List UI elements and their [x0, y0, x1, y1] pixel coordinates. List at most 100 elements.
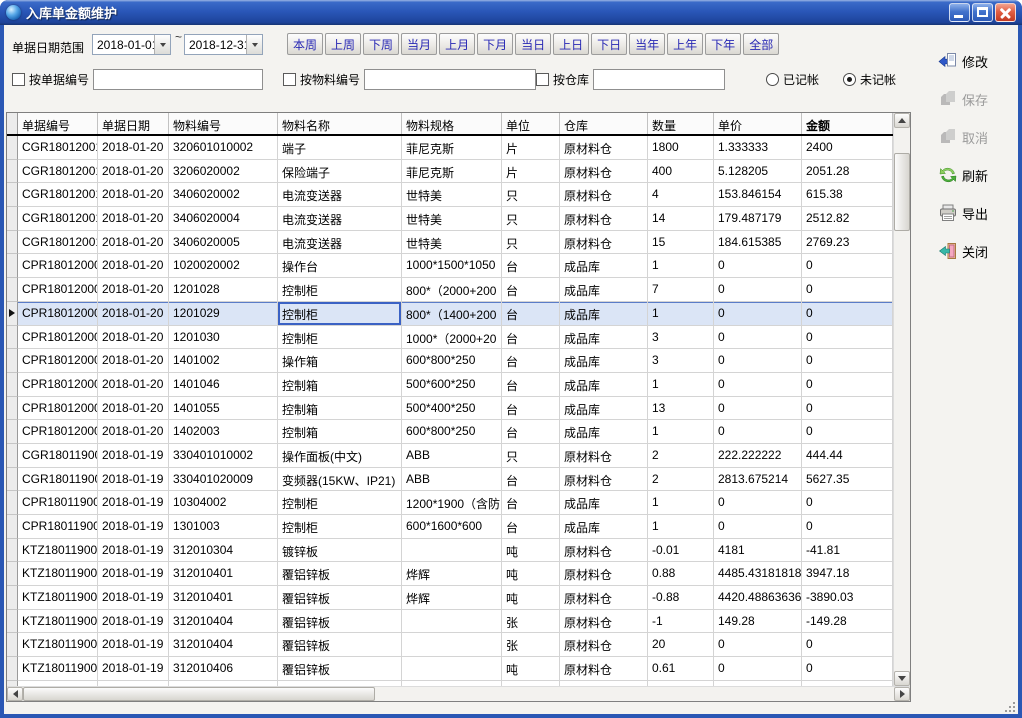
cell[interactable]: 成品库 — [560, 302, 648, 326]
quick-date-button[interactable]: 上月 — [439, 33, 475, 55]
cell[interactable]: 1301003 — [169, 515, 278, 539]
cell[interactable]: 0 — [802, 278, 893, 302]
cell[interactable]: 2018-01-20 — [98, 349, 169, 373]
cell[interactable] — [402, 610, 502, 634]
cell[interactable]: 原材料仓 — [560, 657, 648, 681]
cell[interactable]: 0 — [714, 633, 802, 657]
cell[interactable]: 184.615385 — [714, 231, 802, 255]
cell[interactable] — [402, 633, 502, 657]
cell[interactable]: 2018-01-19 — [98, 468, 169, 492]
cell[interactable]: 2 — [648, 444, 714, 468]
cell[interactable]: 3406020002 — [169, 183, 278, 207]
cell[interactable]: 2813.675214 — [714, 468, 802, 492]
cell[interactable]: 2 — [648, 468, 714, 492]
cell[interactable]: 2512.82 — [802, 207, 893, 231]
cell[interactable]: CPR18012000 — [18, 349, 98, 373]
cell[interactable]: 5627.35 — [802, 468, 893, 492]
cell[interactable]: 台 — [502, 349, 560, 373]
cell[interactable]: 控制箱 — [278, 397, 402, 421]
cell[interactable]: KTZ18011900 — [18, 539, 98, 563]
cell[interactable]: 4420.48863636 — [714, 586, 802, 610]
by-document-checkbox[interactable] — [12, 73, 25, 86]
by-material-checkbox[interactable] — [283, 73, 296, 86]
quick-date-button[interactable]: 上日 — [553, 33, 589, 55]
cell[interactable]: 原材料仓 — [560, 562, 648, 586]
cell[interactable]: CGR18012001 — [18, 160, 98, 184]
cell[interactable]: CPR18012000 — [18, 420, 98, 444]
cell[interactable]: 1401002 — [169, 349, 278, 373]
cell[interactable]: 1000*（2000+20 — [402, 326, 502, 350]
cell[interactable]: 1402003 — [169, 420, 278, 444]
table-row[interactable]: CPR180119002018-01-1910304002控制柜1200*190… — [7, 491, 893, 515]
cell[interactable]: 台 — [502, 373, 560, 397]
cell[interactable]: CGR18012001 — [18, 231, 98, 255]
cell[interactable]: 312010404 — [169, 610, 278, 634]
cell[interactable]: 7 — [648, 278, 714, 302]
cell[interactable]: 153.846154 — [714, 183, 802, 207]
cell[interactable]: 控制箱 — [278, 373, 402, 397]
cell[interactable]: 4485.43181818 — [714, 562, 802, 586]
cell[interactable]: -41.81 — [802, 539, 893, 563]
table-row[interactable]: CPR180120002018-01-201201028控制柜800*（2000… — [7, 278, 893, 302]
cell[interactable]: 1201029 — [169, 302, 278, 326]
cell[interactable]: 4181 — [714, 539, 802, 563]
cell[interactable]: 0 — [802, 420, 893, 444]
cell[interactable]: 菲尼克斯 — [402, 160, 502, 184]
cell[interactable]: 原材料仓 — [560, 586, 648, 610]
quick-date-button[interactable]: 下周 — [363, 33, 399, 55]
cell[interactable]: 2018-01-19 — [98, 562, 169, 586]
horizontal-scroll-thumb[interactable] — [23, 687, 375, 701]
close-window-button[interactable] — [995, 3, 1016, 22]
cell[interactable]: 600*1600*600 — [402, 515, 502, 539]
cell[interactable]: 操作面板(中文) — [278, 444, 402, 468]
cell[interactable]: 台 — [502, 491, 560, 515]
cell[interactable]: 0.88 — [648, 562, 714, 586]
column-header[interactable]: 单据编号 — [18, 113, 98, 134]
cell[interactable]: 片 — [502, 136, 560, 160]
cell[interactable]: 0 — [802, 633, 893, 657]
cell[interactable]: CPR18012000 — [18, 326, 98, 350]
cell[interactable]: 1201030 — [169, 326, 278, 350]
cell[interactable]: 只 — [502, 231, 560, 255]
table-row[interactable]: CPR180120002018-01-201401055控制箱500*400*2… — [7, 397, 893, 421]
column-header[interactable]: 数量 — [648, 113, 714, 134]
horizontal-scrollbar[interactable] — [7, 686, 910, 701]
cell[interactable]: 保险端子 — [278, 160, 402, 184]
document-number-input[interactable] — [93, 69, 263, 90]
cell[interactable]: 14 — [648, 207, 714, 231]
cell[interactable]: 1.333333 — [714, 136, 802, 160]
cell[interactable]: 1 — [648, 515, 714, 539]
refresh-button[interactable]: 刷新 — [938, 163, 988, 187]
table-row[interactable]: KTZ180119002018-01-19312010401覆铝锌板烨辉吨原材料… — [7, 562, 893, 586]
table-row[interactable]: CGR180119002018-01-19330401020009变频器(15K… — [7, 468, 893, 492]
cell[interactable]: 2769.23 — [802, 231, 893, 255]
cell[interactable]: 1 — [648, 491, 714, 515]
cell[interactable]: CPR18011900 — [18, 491, 98, 515]
cell[interactable]: CGR18012001 — [18, 183, 98, 207]
cell[interactable]: 312010401 — [169, 586, 278, 610]
cell[interactable]: 片 — [502, 160, 560, 184]
cell[interactable]: 13 — [648, 397, 714, 421]
cell[interactable]: 500*600*250 — [402, 373, 502, 397]
table-row[interactable]: CPR180120002018-01-201402003控制箱600*800*2… — [7, 420, 893, 444]
cell[interactable]: 原材料仓 — [560, 231, 648, 255]
column-header[interactable]: 物料规格 — [402, 113, 502, 134]
cell[interactable]: 端子 — [278, 136, 402, 160]
cell[interactable]: 吨 — [502, 586, 560, 610]
cell[interactable]: 只 — [502, 207, 560, 231]
table-row[interactable]: KTZ180119002018-01-19312010401覆铝锌板烨辉吨原材料… — [7, 586, 893, 610]
quick-date-button[interactable]: 全部 — [743, 33, 779, 55]
table-row[interactable]: CGR180120012018-01-203406020002电流变送器世特美只… — [7, 183, 893, 207]
cell[interactable]: 控制箱 — [278, 420, 402, 444]
cell[interactable]: 台 — [502, 468, 560, 492]
cell[interactable]: 原材料仓 — [560, 136, 648, 160]
posted-radio[interactable] — [766, 73, 779, 86]
cell[interactable]: 2018-01-19 — [98, 444, 169, 468]
table-row[interactable]: KTZ180119002018-01-19312010406覆铝锌板吨原材料仓0… — [7, 657, 893, 681]
cell[interactable]: 312010406 — [169, 657, 278, 681]
cell[interactable]: 1020020002 — [169, 254, 278, 278]
cell[interactable]: -0.01 — [648, 539, 714, 563]
cell[interactable]: 成品库 — [560, 397, 648, 421]
table-row[interactable]: CPR180119002018-01-191301003控制柜600*1600*… — [7, 515, 893, 539]
cell[interactable]: 世特美 — [402, 207, 502, 231]
